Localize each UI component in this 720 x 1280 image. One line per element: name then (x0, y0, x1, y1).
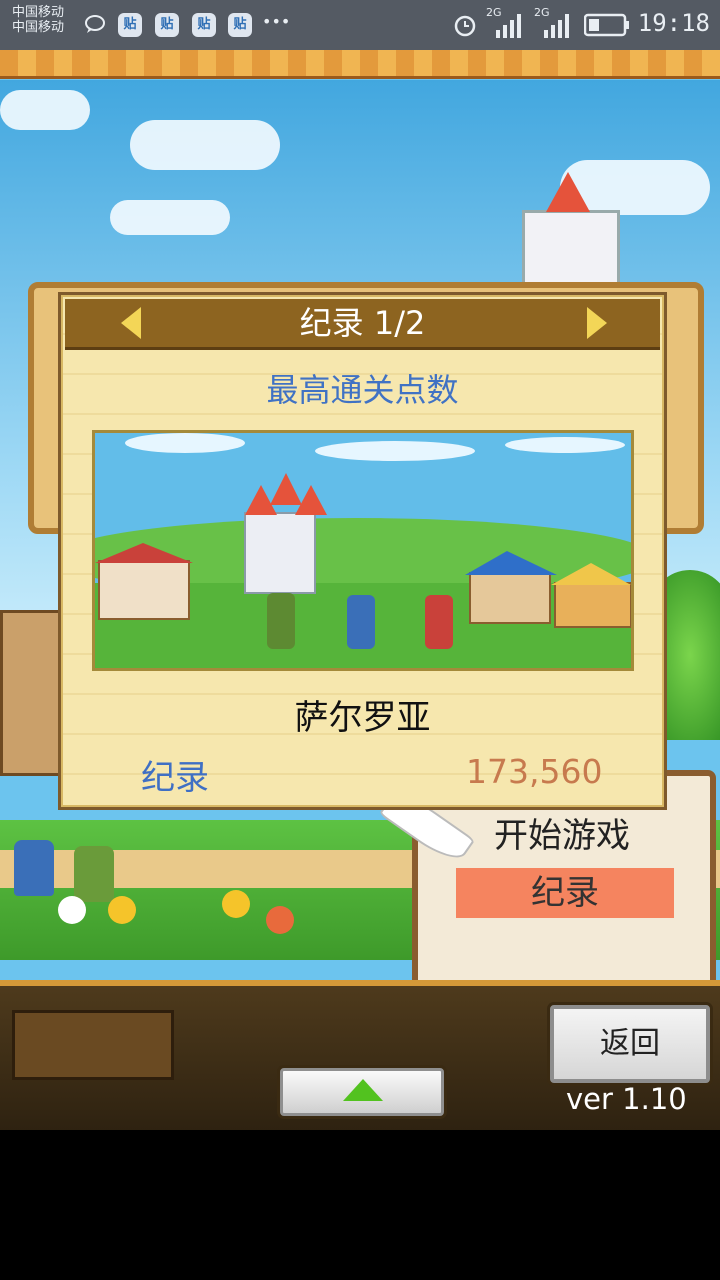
carrier-line-2: 中国移动 (12, 20, 65, 35)
alarm-icon (454, 15, 476, 37)
message-icon (85, 15, 105, 33)
cloud (130, 120, 280, 170)
record-dialog: 纪录 1/2 最高通关点数 萨尔罗亚 纪录 173,560 (58, 292, 667, 810)
hero-sprite (14, 840, 54, 896)
notification-icon: 贴 (192, 13, 216, 37)
scroll-up-button[interactable] (280, 1068, 444, 1116)
start-game-button[interactable]: 开始游戏 (434, 808, 690, 857)
version-label: ver 1.10 (566, 1082, 687, 1116)
record-menu-button[interactable]: 纪录 (456, 868, 674, 918)
notification-icon: 贴 (155, 13, 179, 37)
town-scene (95, 433, 631, 668)
flower (108, 896, 136, 924)
next-page-icon[interactable] (587, 307, 607, 339)
hero-sprite (74, 846, 114, 902)
flower (222, 890, 250, 918)
dialog-title: 纪录 1/2 (299, 304, 426, 342)
record-label: 纪录 (141, 758, 209, 798)
notification-icon: 贴 (118, 13, 142, 37)
signal-icon (496, 14, 521, 38)
clock: 19:18 (637, 9, 710, 37)
notification-icon: 贴 (228, 13, 252, 37)
previous-page-icon[interactable] (121, 307, 141, 339)
carrier-info: 中国移动 中国移动 (12, 5, 64, 35)
game-screen: 开始游戏 纪录 返回 ver 1.10 纪录 1/2 最高通关点数 萨尔罗亚 纪… (0, 50, 720, 1130)
empty-slot (12, 1010, 174, 1080)
castle-roof (546, 172, 590, 212)
status-bar: 中国移动 中国移动 贴 贴 贴 贴 ••• 2G 2G 19:18 (0, 0, 720, 50)
dialog-header: 纪录 1/2 (65, 299, 660, 350)
back-button[interactable]: 返回 (550, 1005, 710, 1083)
town-name: 萨尔罗亚 (294, 698, 431, 738)
battery-icon (584, 13, 629, 37)
record-value: 173,560 (466, 752, 603, 791)
carrier-line-1: 中国移动 (12, 5, 65, 20)
record-category: 最高通关点数 (266, 371, 459, 409)
wooden-top-border (0, 50, 720, 79)
cloud (0, 90, 90, 130)
signal-icon (544, 14, 569, 38)
town-preview-image (92, 430, 634, 671)
cloud (110, 200, 230, 235)
more-notifications-icon: ••• (262, 12, 291, 31)
up-arrow-icon (343, 1079, 383, 1101)
flower (266, 906, 294, 934)
flower (58, 896, 86, 924)
